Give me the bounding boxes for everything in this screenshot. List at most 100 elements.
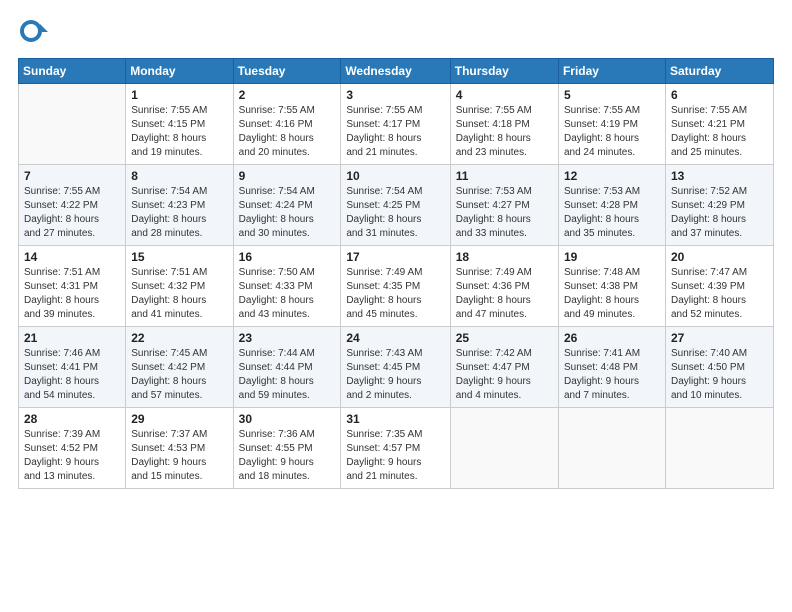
day-info: Sunrise: 7:40 AM Sunset: 4:50 PM Dayligh… — [671, 347, 768, 403]
day-info: Sunrise: 7:36 AM Sunset: 4:55 PM Dayligh… — [239, 428, 336, 484]
day-info: Sunrise: 7:35 AM Sunset: 4:57 PM Dayligh… — [346, 428, 444, 484]
calendar-cell: 6 Sunrise: 7:55 AM Sunset: 4:21 PM Daylig… — [665, 84, 773, 165]
day-info: Sunrise: 7:55 AM Sunset: 4:22 PM Dayligh… — [24, 185, 120, 241]
day-number: 12 — [564, 169, 660, 183]
calendar-cell: 13 Sunrise: 7:52 AM Sunset: 4:29 PM Dayli… — [665, 165, 773, 246]
calendar-cell: 2 Sunrise: 7:55 AM Sunset: 4:16 PM Daylig… — [233, 84, 341, 165]
day-number: 20 — [671, 250, 768, 264]
calendar-cell — [665, 408, 773, 489]
day-number: 9 — [239, 169, 336, 183]
calendar-cell — [19, 84, 126, 165]
day-info: Sunrise: 7:55 AM Sunset: 4:16 PM Dayligh… — [239, 104, 336, 160]
week-row-4: 28 Sunrise: 7:39 AM Sunset: 4:52 PM Dayli… — [19, 408, 774, 489]
header-day-sunday: Sunday — [19, 59, 126, 84]
day-info: Sunrise: 7:46 AM Sunset: 4:41 PM Dayligh… — [24, 347, 120, 403]
day-number: 10 — [346, 169, 444, 183]
day-number: 18 — [456, 250, 553, 264]
day-info: Sunrise: 7:55 AM Sunset: 4:17 PM Dayligh… — [346, 104, 444, 160]
logo-icon — [18, 18, 48, 48]
day-info: Sunrise: 7:55 AM Sunset: 4:18 PM Dayligh… — [456, 104, 553, 160]
calendar-cell: 30 Sunrise: 7:36 AM Sunset: 4:55 PM Dayli… — [233, 408, 341, 489]
day-info: Sunrise: 7:55 AM Sunset: 4:15 PM Dayligh… — [131, 104, 227, 160]
calendar-cell: 19 Sunrise: 7:48 AM Sunset: 4:38 PM Dayli… — [558, 246, 665, 327]
day-number: 17 — [346, 250, 444, 264]
calendar-cell: 15 Sunrise: 7:51 AM Sunset: 4:32 PM Dayli… — [126, 246, 233, 327]
week-row-2: 14Sunrise: 7:51 AM Sunset: 4:31 PM Dayli… — [19, 246, 774, 327]
day-info: Sunrise: 7:44 AM Sunset: 4:44 PM Dayligh… — [239, 347, 336, 403]
day-info: Sunrise: 7:49 AM Sunset: 4:35 PM Dayligh… — [346, 266, 444, 322]
day-info: Sunrise: 7:39 AM Sunset: 4:52 PM Dayligh… — [24, 428, 120, 484]
calendar-cell: 26 Sunrise: 7:41 AM Sunset: 4:48 PM Dayli… — [558, 327, 665, 408]
calendar-cell: 25 Sunrise: 7:42 AM Sunset: 4:47 PM Dayli… — [450, 327, 558, 408]
day-number: 6 — [671, 88, 768, 102]
calendar-cell: 3 Sunrise: 7:55 AM Sunset: 4:17 PM Daylig… — [341, 84, 450, 165]
day-number: 1 — [131, 88, 227, 102]
calendar-cell: 10 Sunrise: 7:54 AM Sunset: 4:25 PM Dayli… — [341, 165, 450, 246]
day-number: 11 — [456, 169, 553, 183]
day-info: Sunrise: 7:49 AM Sunset: 4:36 PM Dayligh… — [456, 266, 553, 322]
calendar-cell: 28 Sunrise: 7:39 AM Sunset: 4:52 PM Dayli… — [19, 408, 126, 489]
day-number: 21 — [24, 331, 120, 345]
calendar-cell: 17 Sunrise: 7:49 AM Sunset: 4:35 PM Dayli… — [341, 246, 450, 327]
calendar-cell: 11Sunrise: 7:53 AM Sunset: 4:27 PM Dayli… — [450, 165, 558, 246]
header-day-monday: Monday — [126, 59, 233, 84]
calendar-cell: 5 Sunrise: 7:55 AM Sunset: 4:19 PM Daylig… — [558, 84, 665, 165]
calendar-cell: 24Sunrise: 7:43 AM Sunset: 4:45 PM Dayli… — [341, 327, 450, 408]
day-number: 7 — [24, 169, 120, 183]
day-info: Sunrise: 7:51 AM Sunset: 4:32 PM Dayligh… — [131, 266, 227, 322]
day-number: 28 — [24, 412, 120, 426]
calendar-cell: 12 Sunrise: 7:53 AM Sunset: 4:28 PM Dayli… — [558, 165, 665, 246]
header-day-friday: Friday — [558, 59, 665, 84]
day-number: 3 — [346, 88, 444, 102]
calendar-cell: 8 Sunrise: 7:54 AM Sunset: 4:23 PM Daylig… — [126, 165, 233, 246]
week-row-0: 1 Sunrise: 7:55 AM Sunset: 4:15 PM Daylig… — [19, 84, 774, 165]
day-info: Sunrise: 7:43 AM Sunset: 4:45 PM Dayligh… — [346, 347, 444, 403]
header-day-thursday: Thursday — [450, 59, 558, 84]
logo — [18, 18, 52, 48]
calendar-cell: 27 Sunrise: 7:40 AM Sunset: 4:50 PM Dayli… — [665, 327, 773, 408]
day-info: Sunrise: 7:47 AM Sunset: 4:39 PM Dayligh… — [671, 266, 768, 322]
day-number: 8 — [131, 169, 227, 183]
day-info: Sunrise: 7:55 AM Sunset: 4:21 PM Dayligh… — [671, 104, 768, 160]
day-number: 23 — [239, 331, 336, 345]
calendar-cell: 29 Sunrise: 7:37 AM Sunset: 4:53 PM Dayli… — [126, 408, 233, 489]
calendar-cell: 20 Sunrise: 7:47 AM Sunset: 4:39 PM Dayli… — [665, 246, 773, 327]
day-number: 16 — [239, 250, 336, 264]
day-number: 15 — [131, 250, 227, 264]
calendar-cell: 21 Sunrise: 7:46 AM Sunset: 4:41 PM Dayli… — [19, 327, 126, 408]
day-info: Sunrise: 7:37 AM Sunset: 4:53 PM Dayligh… — [131, 428, 227, 484]
calendar-cell: 22Sunrise: 7:45 AM Sunset: 4:42 PM Dayli… — [126, 327, 233, 408]
day-info: Sunrise: 7:54 AM Sunset: 4:23 PM Dayligh… — [131, 185, 227, 241]
day-number: 26 — [564, 331, 660, 345]
day-number: 2 — [239, 88, 336, 102]
day-info: Sunrise: 7:41 AM Sunset: 4:48 PM Dayligh… — [564, 347, 660, 403]
day-info: Sunrise: 7:55 AM Sunset: 4:19 PM Dayligh… — [564, 104, 660, 160]
day-info: Sunrise: 7:42 AM Sunset: 4:47 PM Dayligh… — [456, 347, 553, 403]
calendar-cell: 14Sunrise: 7:51 AM Sunset: 4:31 PM Dayli… — [19, 246, 126, 327]
calendar-cell: 23 Sunrise: 7:44 AM Sunset: 4:44 PM Dayli… — [233, 327, 341, 408]
day-number: 19 — [564, 250, 660, 264]
day-info: Sunrise: 7:52 AM Sunset: 4:29 PM Dayligh… — [671, 185, 768, 241]
day-info: Sunrise: 7:53 AM Sunset: 4:28 PM Dayligh… — [564, 185, 660, 241]
calendar-cell — [558, 408, 665, 489]
week-row-3: 21 Sunrise: 7:46 AM Sunset: 4:41 PM Dayli… — [19, 327, 774, 408]
calendar-cell: 1 Sunrise: 7:55 AM Sunset: 4:15 PM Daylig… — [126, 84, 233, 165]
day-number: 31 — [346, 412, 444, 426]
page: SundayMondayTuesdayWednesdayThursdayFrid… — [0, 0, 792, 612]
day-number: 5 — [564, 88, 660, 102]
day-number: 30 — [239, 412, 336, 426]
day-number: 14 — [24, 250, 120, 264]
day-info: Sunrise: 7:45 AM Sunset: 4:42 PM Dayligh… — [131, 347, 227, 403]
day-number: 13 — [671, 169, 768, 183]
week-row-1: 7 Sunrise: 7:55 AM Sunset: 4:22 PM Daylig… — [19, 165, 774, 246]
day-info: Sunrise: 7:54 AM Sunset: 4:24 PM Dayligh… — [239, 185, 336, 241]
calendar-body: 1 Sunrise: 7:55 AM Sunset: 4:15 PM Daylig… — [19, 84, 774, 489]
day-number: 25 — [456, 331, 553, 345]
header-row: SundayMondayTuesdayWednesdayThursdayFrid… — [19, 59, 774, 84]
day-info: Sunrise: 7:54 AM Sunset: 4:25 PM Dayligh… — [346, 185, 444, 241]
day-number: 27 — [671, 331, 768, 345]
calendar-header: SundayMondayTuesdayWednesdayThursdayFrid… — [19, 59, 774, 84]
header-day-tuesday: Tuesday — [233, 59, 341, 84]
day-number: 29 — [131, 412, 227, 426]
day-info: Sunrise: 7:48 AM Sunset: 4:38 PM Dayligh… — [564, 266, 660, 322]
